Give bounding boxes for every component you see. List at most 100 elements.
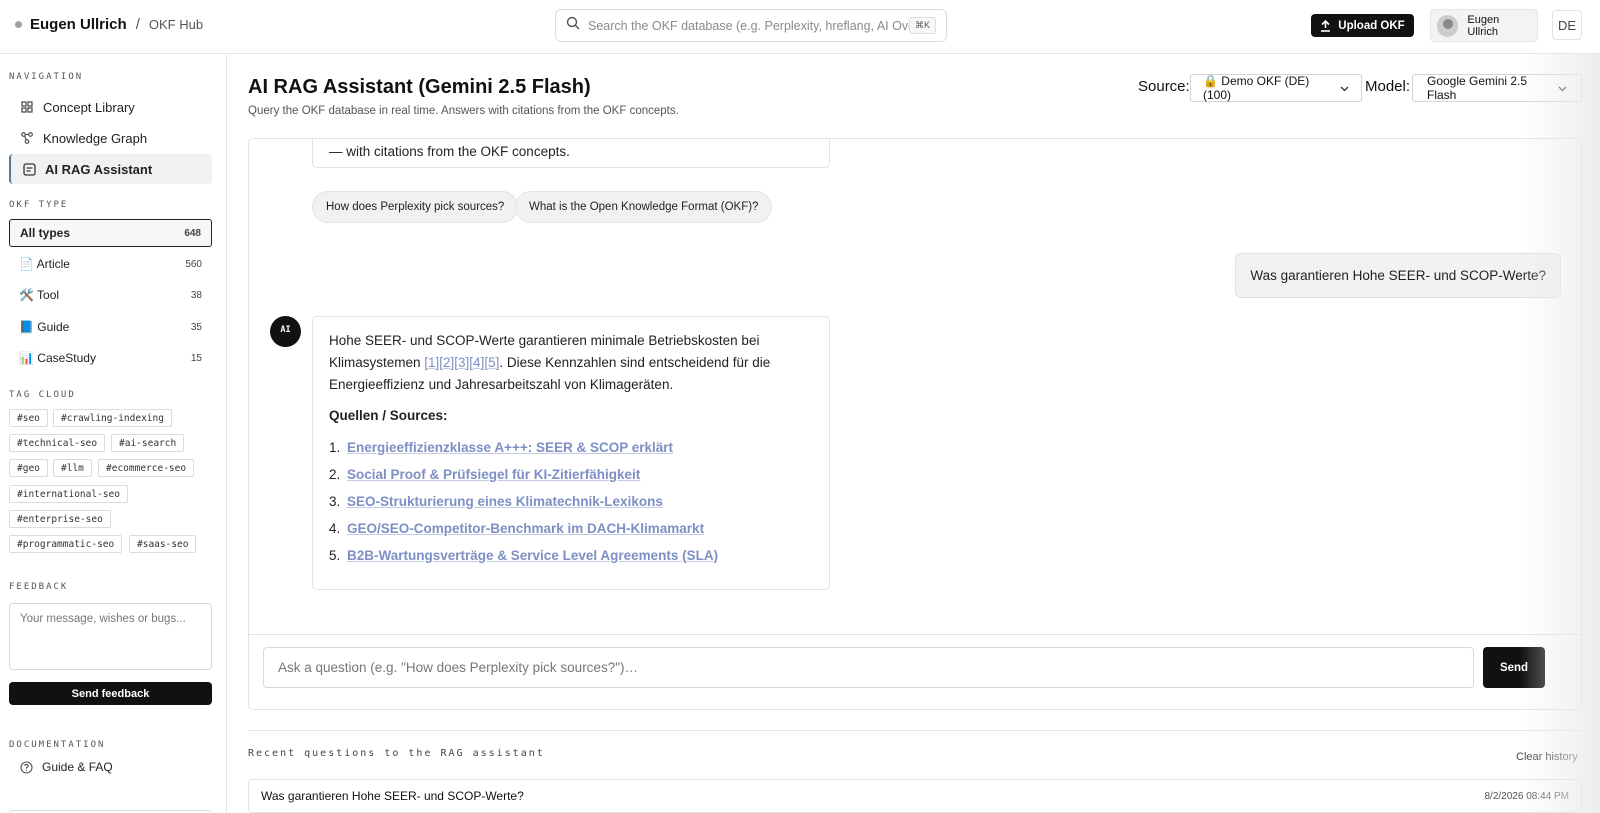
- type-label: 🛠️ Tool: [19, 288, 60, 302]
- account-name: Eugen Ullrich: [1467, 13, 1500, 38]
- guide-faq-link[interactable]: Guide & FAQ: [20, 760, 113, 774]
- assistant-answer: Hohe SEER- und SCOP-Werte garantieren mi…: [312, 316, 830, 590]
- type-label: 📘 Guide: [19, 320, 70, 334]
- grid-icon: [21, 101, 35, 113]
- guide-faq-label: Guide & FAQ: [42, 760, 113, 774]
- upload-okf-label: Upload OKF: [1338, 19, 1405, 32]
- search-shortcut-badge: ⌘K: [908, 17, 936, 34]
- breadcrumb-hub[interactable]: OKF Hub: [149, 17, 203, 32]
- source-link[interactable]: GEO/SEO-Competitor-Benchmark im DACH-Kli…: [347, 518, 704, 540]
- main-content: AI RAG Assistant (Gemini 2.5 Flash) Quer…: [228, 54, 1600, 813]
- sources-heading: Quellen / Sources:: [329, 408, 448, 423]
- search-input[interactable]: [588, 18, 909, 33]
- source-link[interactable]: Energieeffizienzklasse A+++: SEER & SCOP…: [347, 437, 673, 459]
- upload-okf-button[interactable]: Upload OKF: [1311, 14, 1414, 37]
- source-link[interactable]: B2B-Wartungsverträge & Service Level Agr…: [347, 545, 718, 567]
- sidebar: NAVIGATION Concept Library Knowledge Gra…: [0, 54, 227, 813]
- nav-label: AI RAG Assistant: [45, 161, 153, 177]
- type-filter-guide[interactable]: 📘 Guide 35: [9, 313, 212, 341]
- status-dot: [15, 21, 22, 28]
- model-label: Model:: [1365, 78, 1411, 95]
- nav-ai-rag-assistant[interactable]: AI RAG Assistant: [9, 154, 212, 184]
- tag-technical-seo[interactable]: #technical-seo: [9, 434, 106, 452]
- source-item: 1. Energieeffizienzklasse A+++: SEER & SC…: [329, 434, 813, 461]
- user-message: Was garantieren Hohe SEER- und SCOP-Wert…: [1235, 253, 1561, 298]
- send-feedback-button[interactable]: Send feedback: [9, 682, 212, 705]
- chat-input-bar: Send: [249, 634, 1581, 709]
- type-label: 📊 CaseStudy: [19, 351, 96, 365]
- sources-list: 1. Energieeffizienzklasse A+++: SEER & SC…: [329, 434, 813, 569]
- model-select[interactable]: Google Gemini 2.5 Flash: [1412, 74, 1582, 102]
- tag-international-seo[interactable]: #international-seo: [9, 485, 128, 503]
- recent-question-row[interactable]: Was garantieren Hohe SEER- und SCOP-Wert…: [248, 779, 1582, 813]
- nav-concept-library[interactable]: Concept Library: [9, 92, 212, 122]
- tag-programmatic-seo[interactable]: #programmatic-seo: [9, 535, 123, 553]
- divider: [248, 730, 1582, 731]
- type-count: 35: [190, 321, 202, 333]
- type-filter-casestudy[interactable]: 📊 CaseStudy 15: [9, 344, 212, 372]
- type-count: 38: [190, 289, 202, 301]
- source-item: 5. B2B-Wartungsverträge & Service Level A…: [329, 542, 813, 569]
- tag-enterprise-seo[interactable]: #enterprise-seo: [9, 510, 111, 528]
- language-switch[interactable]: DE: [1552, 10, 1582, 40]
- chevron-down-icon: [1340, 81, 1349, 95]
- source-value: 🔒 Demo OKF (DE) (100): [1203, 74, 1310, 102]
- tag-ecommerce-seo[interactable]: #ecommerce-seo: [98, 459, 195, 477]
- intro-text: — with citations from the OKF concepts.: [329, 144, 570, 159]
- recent-questions-heading: Recent questions to the RAG assistant: [248, 748, 545, 759]
- citation-links[interactable]: [1][2][3][4][5]: [424, 355, 499, 370]
- type-label: 📄 Article: [19, 257, 70, 271]
- type-label: All types: [20, 226, 71, 240]
- source-link[interactable]: Social Proof & Prüfsiegel für KI-Zitierf…: [347, 464, 640, 486]
- upload-icon: [1321, 19, 1331, 32]
- tag-saas-seo[interactable]: #saas-seo: [129, 535, 197, 553]
- tag-crawling-indexing[interactable]: #crawling-indexing: [53, 409, 172, 427]
- question-input[interactable]: [263, 647, 1474, 688]
- nav-knowledge-graph[interactable]: Knowledge Graph: [9, 123, 212, 153]
- ai-avatar: AI: [270, 316, 301, 347]
- source-item: 4. GEO/SEO-Competitor-Benchmark im DACH-K…: [329, 515, 813, 542]
- chevron-down-icon: [1558, 81, 1567, 95]
- brand: Eugen Ullrich / OKF Hub: [15, 16, 203, 33]
- page-subtitle: Query the OKF database in real time. Ans…: [248, 105, 679, 117]
- type-filter-tool[interactable]: 🛠️ Tool 38: [9, 281, 212, 309]
- tag-ai-search[interactable]: #ai-search: [111, 434, 185, 452]
- type-count: 648: [184, 227, 201, 239]
- brand-user-name[interactable]: Eugen Ullrich: [30, 16, 127, 33]
- okf-type-heading: OKF TYPE: [9, 200, 69, 210]
- suggestion-chip[interactable]: What is the Open Knowledge Format (OKF)?: [515, 191, 773, 223]
- type-filter-article[interactable]: 📄 Article 560: [9, 250, 212, 278]
- chat-panel: — with citations from the OKF concepts. …: [248, 138, 1582, 710]
- recent-question-text: Was garantieren Hohe SEER- und SCOP-Wert…: [261, 789, 524, 803]
- search-box[interactable]: ⌘K: [555, 9, 947, 42]
- tag-cloud-heading: TAG CLOUD: [9, 390, 76, 400]
- avatar: [1437, 14, 1459, 37]
- source-label: Source:: [1138, 78, 1190, 95]
- answer-text: Hohe SEER- und SCOP-Werte garantieren mi…: [329, 330, 813, 396]
- assistant-intro-message: — with citations from the OKF concepts.: [312, 139, 830, 168]
- tag-llm[interactable]: #llm: [53, 459, 92, 477]
- send-button[interactable]: Send: [1483, 647, 1545, 688]
- help-icon: [20, 760, 33, 774]
- tag-seo[interactable]: #seo: [9, 409, 48, 427]
- breadcrumb-separator: /: [135, 16, 140, 33]
- source-link[interactable]: SEO-Strukturierung eines Klimatechnik-Le…: [347, 491, 663, 513]
- type-count: 560: [185, 258, 202, 270]
- model-value: Google Gemini 2.5 Flash: [1427, 74, 1528, 102]
- account-menu[interactable]: Eugen Ullrich: [1430, 9, 1538, 42]
- suggestion-chip[interactable]: How does Perplexity pick sources?: [312, 191, 519, 223]
- navigation-heading: NAVIGATION: [9, 72, 84, 82]
- nav-label: Knowledge Graph: [43, 130, 148, 146]
- graph-icon: [21, 132, 35, 144]
- source-select[interactable]: 🔒 Demo OKF (DE) (100): [1190, 74, 1362, 102]
- page-title: AI RAG Assistant (Gemini 2.5 Flash): [248, 76, 591, 98]
- feedback-textarea[interactable]: [9, 603, 212, 670]
- clear-history-button[interactable]: Clear history: [1516, 751, 1578, 763]
- tag-geo[interactable]: #geo: [9, 459, 48, 477]
- search-icon: [566, 16, 580, 35]
- documentation-heading: DOCUMENTATION: [9, 740, 106, 750]
- type-filter-all[interactable]: All types 648: [9, 219, 212, 247]
- feedback-heading: FEEDBACK: [9, 582, 69, 592]
- recent-question-timestamp: 8/2/2026 08:44 PM: [1484, 790, 1569, 802]
- top-bar: Eugen Ullrich / OKF Hub ⌘K Upload OKF Eu…: [0, 0, 1600, 54]
